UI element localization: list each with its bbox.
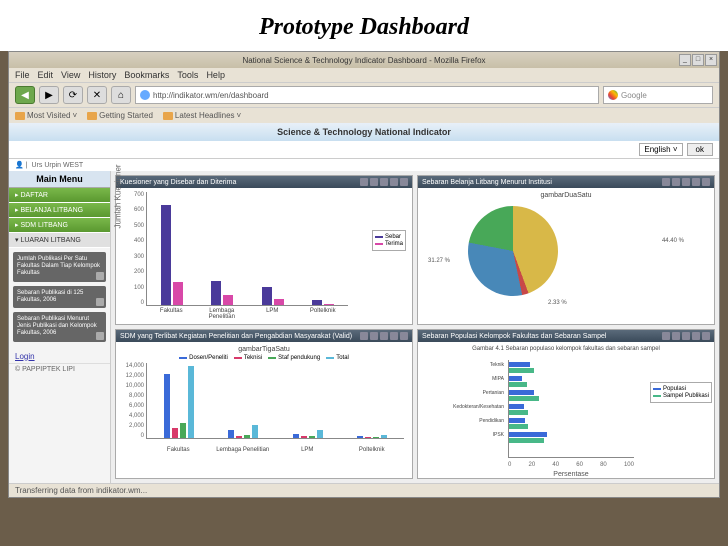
folder-icon <box>87 112 97 120</box>
panel-tool-icon[interactable] <box>380 332 388 340</box>
menu-daftar[interactable]: ▸ DAFTAR <box>9 188 110 203</box>
reload-button[interactable]: ⟳ <box>63 86 83 104</box>
panel-tool-icon[interactable] <box>662 332 670 340</box>
panel-tool-icon[interactable] <box>682 178 690 186</box>
pie-label: 2.33 % <box>548 300 567 306</box>
y-ticks: 14,00012,00010,0008,0006,0004,0002,0000 <box>124 363 144 439</box>
bookmark-most-visited[interactable]: Most Visited ˅ <box>15 111 77 120</box>
forward-button[interactable]: ▶ <box>39 86 59 104</box>
copyright: © PAPPIPTEK LIPI <box>9 363 110 375</box>
menu-edit[interactable]: Edit <box>38 70 54 80</box>
chart-subtitle: gambarTigaSatu <box>120 346 408 353</box>
sub-item-2[interactable]: Sebaran Publikasi di 125 Fakultas, 2006 <box>13 286 106 308</box>
panel-tool-icon[interactable] <box>682 332 690 340</box>
panel-tool-icon[interactable] <box>390 178 398 186</box>
panel-tool-icon[interactable] <box>662 178 670 186</box>
panel-sdm: SDM yang Terlibat Kegiatan Penelitian da… <box>115 329 413 479</box>
panel-tool-icon[interactable] <box>692 332 700 340</box>
stop-button[interactable]: ✕ <box>87 86 107 104</box>
panel-belanja: Sebaran Belanja Litbang Menurut Institus… <box>417 175 715 325</box>
browser-menubar: File Edit View History Bookmarks Tools H… <box>9 68 719 82</box>
sub-item-1[interactable]: Jumlah Publikasi Per Satu Fakultas Dalam… <box>13 252 106 282</box>
url-text: http://indikator.wm/en/dashboard <box>153 91 269 100</box>
site-icon <box>140 90 150 100</box>
folder-icon <box>15 112 25 120</box>
chart-subtitle: Gambar 4.1 Sebaran populaso kelompok fak… <box>422 346 710 352</box>
page-banner: Science & Technology National Indicator <box>9 123 719 141</box>
chart-legend: SebarTerima <box>372 230 406 251</box>
window-titlebar: National Science & Technology Indicator … <box>9 52 719 68</box>
menu-luaran[interactable]: ▾ LUARAN LITBANG <box>9 233 110 248</box>
browser-window: National Science & Technology Indicator … <box>8 51 720 498</box>
panel-close-icon[interactable] <box>400 332 408 340</box>
chart-subtitle: gambarDuaSatu <box>422 192 710 199</box>
panel-tool-icon[interactable] <box>692 178 700 186</box>
panel-tool-icon[interactable] <box>360 332 368 340</box>
bookmark-latest-headlines[interactable]: Latest Headlines ˅ <box>163 111 241 120</box>
menu-bookmarks[interactable]: Bookmarks <box>124 70 169 80</box>
login-link[interactable]: Login <box>9 350 110 363</box>
menu-belanja[interactable]: ▸ BELANJA LITBANG <box>9 203 110 218</box>
main-menu-header: Main Menu <box>9 171 110 188</box>
menu-sdm[interactable]: ▸ SDM LITBANG <box>9 218 110 233</box>
language-ok-button[interactable]: ok <box>687 143 713 156</box>
bookmark-bar: Most Visited ˅ Getting Started Latest He… <box>9 107 719 123</box>
x-ticks: 020406080100 <box>508 462 634 468</box>
y-ticks: 7006005004003002001000 <box>124 192 144 306</box>
pie-label: 44.40 % <box>662 238 684 244</box>
pie-label: 31.27 % <box>428 258 450 264</box>
sub-item-3[interactable]: Sebaran Publikasi Menurut Jenis Publikas… <box>13 312 106 342</box>
google-icon <box>608 90 618 100</box>
browser-statusbar: Transferring data from indikator.wm... <box>9 483 719 497</box>
minimize-button[interactable]: _ <box>679 54 691 66</box>
hbar-chart <box>508 360 634 458</box>
url-bar[interactable]: http://indikator.wm/en/dashboard <box>135 86 599 104</box>
menu-view[interactable]: View <box>61 70 80 80</box>
panel-tool-icon[interactable] <box>380 178 388 186</box>
close-button[interactable]: × <box>705 54 717 66</box>
panel-kuesioner: Kuesioner yang Disebar dan Diterima Juml… <box>115 175 413 325</box>
download-icon[interactable] <box>96 272 104 280</box>
rss-icon <box>163 112 173 120</box>
slide-title: Prototype Dashboard <box>0 0 728 51</box>
bar-chart <box>147 192 348 305</box>
maximize-button[interactable]: □ <box>692 54 704 66</box>
home-button[interactable]: ⌂ <box>111 86 131 104</box>
bar-chart <box>147 363 404 438</box>
page-content: Science & Technology National Indicator … <box>9 123 719 483</box>
y-axis-label: Jumlah Kuesioner <box>114 164 123 228</box>
search-placeholder: Google <box>621 91 647 100</box>
dashboard-charts: Kuesioner yang Disebar dan Diterima Juml… <box>111 171 719 483</box>
panel-populasi: Sebaran Populasi Kelompok Fakultas dan S… <box>417 329 715 479</box>
bookmark-getting-started[interactable]: Getting Started <box>87 111 153 120</box>
language-select[interactable]: English ˅ <box>639 143 682 156</box>
x-categories: FakultasLembaga PenelitianLPMPoltelknik <box>146 447 404 453</box>
panel-tool-icon[interactable] <box>390 332 398 340</box>
language-bar: English ˅ ok <box>9 141 719 159</box>
menu-file[interactable]: File <box>15 70 30 80</box>
panel-tool-icon[interactable] <box>360 178 368 186</box>
window-title: National Science & Technology Indicator … <box>242 56 485 65</box>
browser-toolbar: ◀ ▶ ⟳ ✕ ⌂ http://indikator.wm/en/dashboa… <box>9 82 719 107</box>
menu-history[interactable]: History <box>88 70 116 80</box>
menu-tools[interactable]: Tools <box>177 70 198 80</box>
panel-tool-icon[interactable] <box>672 178 680 186</box>
menu-help[interactable]: Help <box>206 70 225 80</box>
download-icon[interactable] <box>96 332 104 340</box>
back-button[interactable]: ◀ <box>15 86 35 104</box>
pie-chart <box>468 206 558 296</box>
x-axis-label: Persentase <box>508 471 634 478</box>
x-categories: FakultasLembaga PenelitianLPMPoltelknik <box>146 308 348 320</box>
panel-close-icon[interactable] <box>702 332 710 340</box>
download-icon[interactable] <box>96 298 104 306</box>
panel-tool-icon[interactable] <box>370 178 378 186</box>
search-bar[interactable]: Google <box>603 86 713 104</box>
chart-legend: Dosen/PenelitiTeknisiStaf pendukungTotal <box>120 355 408 361</box>
chart-legend: PopulasiSampel Publikasi <box>650 382 712 403</box>
panel-close-icon[interactable] <box>400 178 408 186</box>
panel-tool-icon[interactable] <box>370 332 378 340</box>
panel-tool-icon[interactable] <box>672 332 680 340</box>
sidebar: Main Menu ▸ DAFTAR ▸ BELANJA LITBANG ▸ S… <box>9 171 111 483</box>
panel-close-icon[interactable] <box>702 178 710 186</box>
